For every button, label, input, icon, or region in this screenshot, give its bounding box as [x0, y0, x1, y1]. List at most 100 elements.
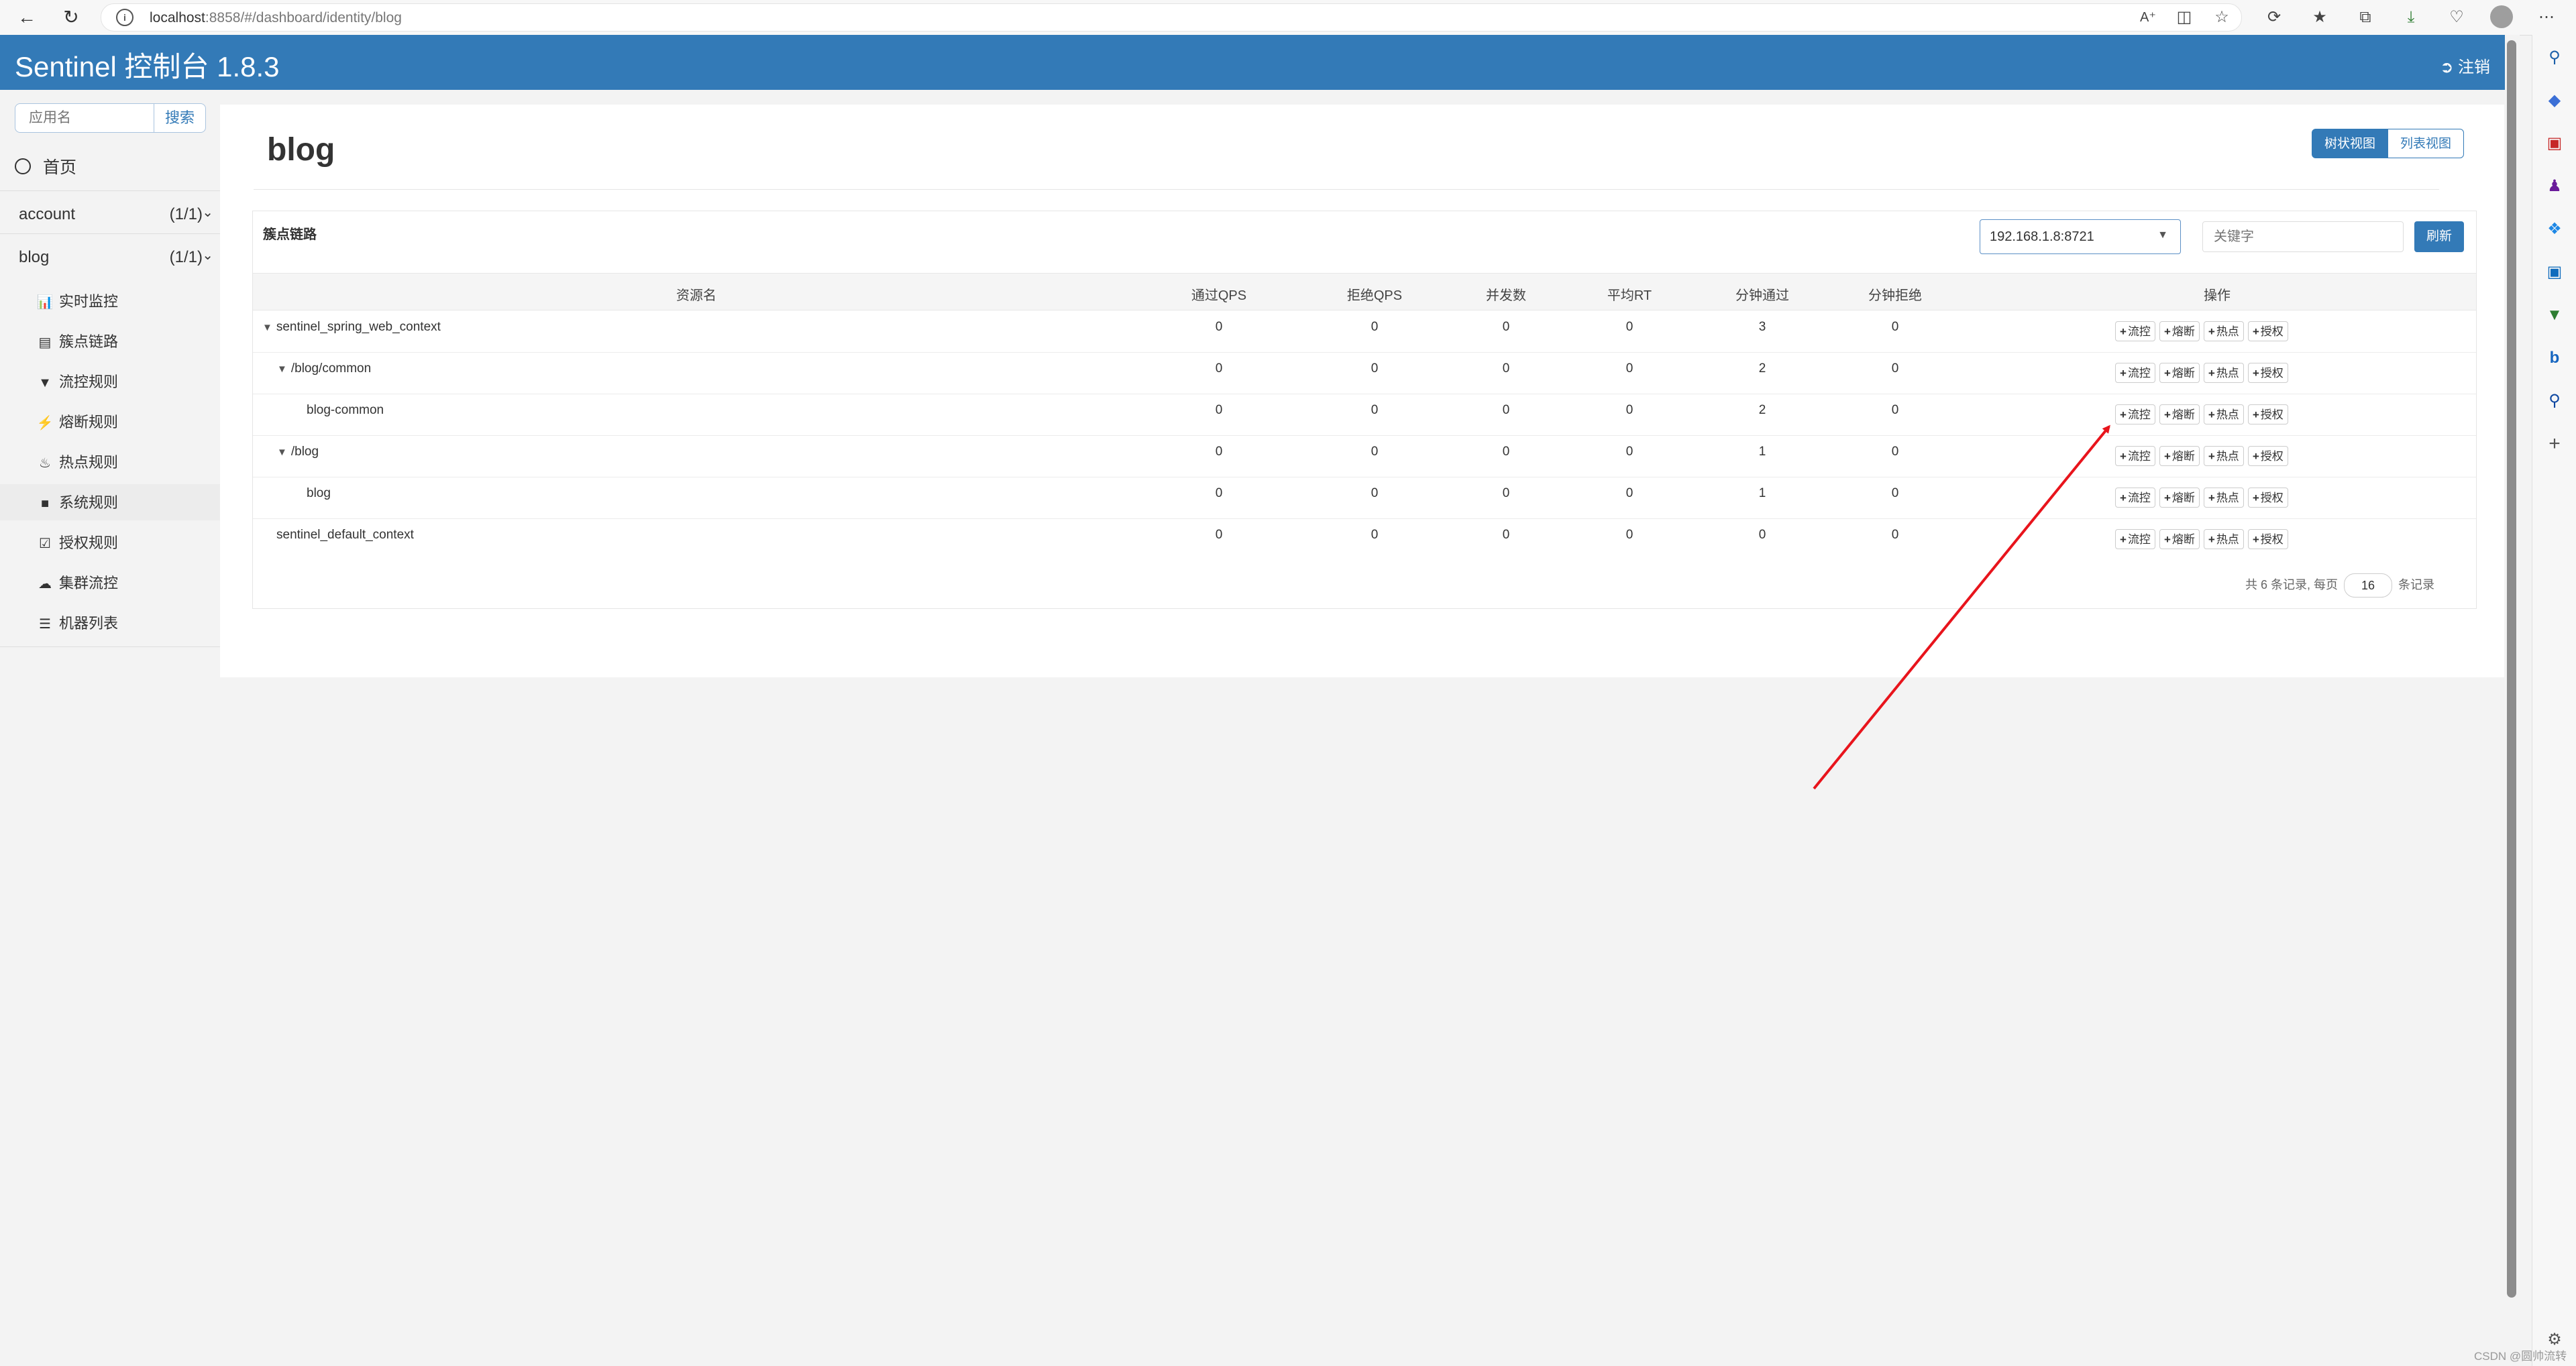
- divider: [0, 190, 220, 191]
- machine-select-value: 192.168.1.8:8721: [1990, 229, 2094, 244]
- degrade-rule-button[interactable]: + 熔断: [2159, 446, 2200, 466]
- list-icon: ▤: [38, 335, 52, 350]
- hotspot-rule-button[interactable]: + 热点: [2203, 446, 2244, 466]
- logout-link[interactable]: ➲ 注销: [2440, 54, 2490, 77]
- hotspot-rule-button[interactable]: + 热点: [2203, 529, 2244, 549]
- flow-rule-button[interactable]: + 流控: [2115, 488, 2155, 508]
- metric-cell: 0: [1371, 445, 1379, 459]
- page-size-input[interactable]: 16: [2344, 573, 2393, 597]
- auth-rule-button[interactable]: + 授权: [2247, 321, 2288, 341]
- sidebar-item-degrade-rules[interactable]: ⚡ 熔断规则: [36, 410, 118, 432]
- reload-icon[interactable]: ↻: [59, 5, 83, 30]
- column-header: 通过QPS: [1191, 288, 1247, 303]
- app-name: account: [19, 205, 76, 223]
- keyword-input[interactable]: [2202, 221, 2404, 252]
- app-search-button[interactable]: 搜索: [154, 103, 206, 133]
- bar-chart-icon: 📊: [36, 295, 54, 310]
- column-header: 资源名: [676, 288, 716, 303]
- list-view-button[interactable]: 列表视图: [2387, 129, 2465, 158]
- app-row-blog[interactable]: blog (1/1) ⌄: [19, 248, 213, 267]
- resource-name: sentinel_spring_web_context: [276, 320, 441, 334]
- app-search-input[interactable]: [15, 103, 154, 133]
- tree-toggle-icon[interactable]: ▼: [277, 447, 287, 458]
- action-label: 流控: [2127, 450, 2151, 463]
- app-brand[interactable]: Sentinel 控制台 1.8.3: [15, 44, 280, 85]
- refresh-button[interactable]: 刷新: [2414, 221, 2464, 252]
- site-info-icon[interactable]: i: [116, 9, 133, 26]
- sidebar-item-system-rules[interactable]: ■ 系统规则: [36, 491, 118, 512]
- hotspot-rule-button[interactable]: + 热点: [2203, 488, 2244, 508]
- flow-rule-button[interactable]: + 流控: [2115, 446, 2155, 466]
- sidebar-item-cluster-link[interactable]: ▤ 簇点链路: [36, 330, 118, 351]
- collections-icon[interactable]: ⧉: [2353, 5, 2377, 30]
- flow-rule-button[interactable]: + 流控: [2115, 404, 2155, 424]
- favorite-star-icon[interactable]: ☆: [2210, 5, 2234, 30]
- more-icon[interactable]: ⋯: [2534, 5, 2559, 30]
- favorites-icon[interactable]: ★: [2308, 5, 2332, 30]
- auth-rule-button[interactable]: + 授权: [2247, 363, 2288, 383]
- degrade-rule-button[interactable]: + 熔断: [2159, 404, 2200, 424]
- metric-cell: 0: [1891, 445, 1899, 459]
- sidebar-item-home[interactable]: 首页: [15, 154, 76, 178]
- downloads-icon[interactable]: ⤓: [2399, 5, 2423, 30]
- profile-avatar[interactable]: [2490, 5, 2513, 28]
- auth-rule-button[interactable]: + 授权: [2247, 446, 2288, 466]
- degrade-rule-button[interactable]: + 熔断: [2159, 529, 2200, 549]
- flow-rule-button[interactable]: + 流控: [2115, 529, 2155, 549]
- degrade-rule-button[interactable]: + 熔断: [2159, 363, 2200, 383]
- back-arrow-icon[interactable]: ←: [15, 5, 39, 30]
- flow-rule-button[interactable]: + 流控: [2115, 321, 2155, 341]
- shopping-tag-icon[interactable]: ◆: [2544, 90, 2565, 111]
- hotspot-rule-button[interactable]: + 热点: [2203, 404, 2244, 424]
- action-label: 热点: [2216, 325, 2239, 338]
- extensions-icon[interactable]: ⟳: [2262, 5, 2286, 30]
- copilot-icon[interactable]: ❖: [2544, 219, 2565, 240]
- persons-icon[interactable]: ♟: [2544, 176, 2565, 197]
- column-header: 拒绝QPS: [1346, 288, 1403, 303]
- add-icon[interactable]: +: [2544, 433, 2565, 455]
- degrade-rule-button[interactable]: + 熔断: [2159, 488, 2200, 508]
- machine-select[interactable]: 192.168.1.8:8721 ▼: [1980, 219, 2181, 254]
- action-label: 熔断: [2171, 367, 2195, 380]
- address-bar[interactable]: i localhost:8858/#/dashboard/identity/bl…: [101, 3, 2242, 32]
- sidebar-item-auth-rules[interactable]: ☑ 授权规则: [36, 531, 118, 553]
- tree-view-button[interactable]: 树状视图: [2312, 129, 2389, 158]
- hotspot-rule-button[interactable]: + 热点: [2203, 321, 2244, 341]
- scrollbar-thumb[interactable]: [2507, 40, 2516, 1298]
- action-label: 热点: [2216, 533, 2239, 546]
- search-blue-icon[interactable]: ⚲: [2544, 390, 2565, 412]
- sidebar-item-cluster-flow[interactable]: ☁ 集群流控: [36, 571, 118, 593]
- browser-essentials-icon[interactable]: ♡: [2445, 5, 2469, 30]
- row-actions: + 流控 + 熔断 + 热点 + 授权: [2115, 446, 2292, 466]
- plus-icon: +: [2120, 450, 2127, 463]
- tools-briefcase-icon[interactable]: ▣: [2544, 133, 2565, 154]
- sidebar-item-realtime[interactable]: 📊 实时监控: [36, 290, 118, 311]
- sidebar-item-flow-rules[interactable]: ▼ 流控规则: [36, 370, 118, 392]
- auth-rule-button[interactable]: + 授权: [2247, 529, 2288, 549]
- auth-rule-button[interactable]: + 授权: [2247, 404, 2288, 424]
- resource-name-cell: blog-common: [307, 403, 384, 418]
- split-screen-icon[interactable]: ◫: [2172, 5, 2196, 30]
- flow-rule-button[interactable]: + 流控: [2115, 363, 2155, 383]
- search-icon[interactable]: ⚲: [2544, 47, 2565, 68]
- main-panel: blog 树状视图 列表视图 簇点链路 192.168.1.8:8721 ▼ 刷…: [220, 105, 2504, 677]
- read-aloud-icon[interactable]: A⁺: [2136, 5, 2160, 30]
- bing-icon[interactable]: b: [2544, 347, 2565, 369]
- hotspot-rule-button[interactable]: + 热点: [2203, 363, 2244, 383]
- auth-rule-button[interactable]: + 授权: [2247, 488, 2288, 508]
- tree-toggle-icon[interactable]: ▼: [277, 363, 287, 375]
- outlook-icon[interactable]: ▣: [2544, 262, 2565, 283]
- drop-icon[interactable]: ▼: [2544, 304, 2565, 326]
- app-row-account[interactable]: account (1/1) ⌄: [19, 205, 213, 224]
- tree-toggle-icon[interactable]: ▼: [262, 322, 272, 333]
- page-title: blog: [267, 132, 335, 168]
- metric-cell: 0: [1502, 403, 1510, 417]
- sidebar-item-machine-list[interactable]: ☰ 机器列表: [36, 612, 118, 633]
- metric-cell: 0: [1215, 403, 1223, 417]
- action-label: 热点: [2216, 492, 2239, 504]
- sidebar-item-hotspot-rules[interactable]: ♨ 热点规则: [36, 451, 118, 472]
- resource-name: sentinel_default_context: [276, 528, 414, 542]
- pager-text: 共 6 条记录, 每页: [2245, 577, 2339, 591]
- metric-cell: 0: [1371, 403, 1379, 417]
- degrade-rule-button[interactable]: + 熔断: [2159, 321, 2200, 341]
